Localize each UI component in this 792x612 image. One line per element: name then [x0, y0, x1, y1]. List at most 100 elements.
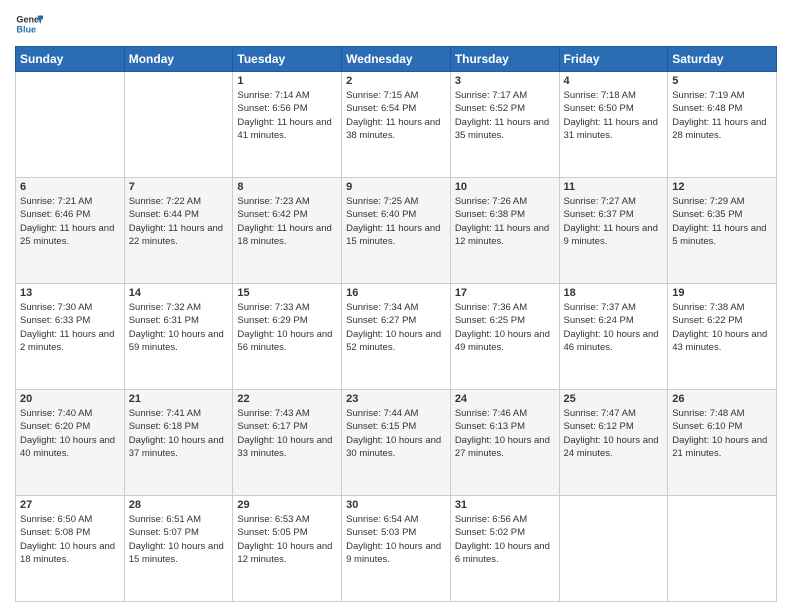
week-row-1: 1 Sunrise: 7:14 AM Sunset: 6:56 PM Daylig…	[16, 72, 777, 178]
week-row-4: 20 Sunrise: 7:40 AM Sunset: 6:20 PM Dayli…	[16, 390, 777, 496]
day-info: Sunrise: 7:47 AM Sunset: 6:12 PM Dayligh…	[564, 407, 664, 460]
day-number: 2	[346, 75, 446, 87]
day-cell: 9 Sunrise: 7:25 AM Sunset: 6:40 PM Daylig…	[342, 178, 451, 284]
day-number: 28	[129, 499, 229, 511]
day-info: Sunrise: 7:29 AM Sunset: 6:35 PM Dayligh…	[672, 195, 772, 248]
day-number: 21	[129, 393, 229, 405]
day-info: Sunrise: 7:27 AM Sunset: 6:37 PM Dayligh…	[564, 195, 664, 248]
day-cell: 27Sunrise: 6:50 AM Sunset: 5:08 PM Dayli…	[16, 496, 125, 602]
day-cell: 28 Sunrise: 6:51 AM Sunset: 5:07 PM Dayli…	[124, 496, 233, 602]
day-number: 10	[455, 181, 555, 193]
day-cell: 7Sunrise: 7:22 AM Sunset: 6:44 PM Daylig…	[124, 178, 233, 284]
day-cell: 24 Sunrise: 7:46 AM Sunset: 6:13 PM Dayli…	[450, 390, 559, 496]
week-row-2: 6Sunrise: 7:21 AM Sunset: 6:46 PM Daylig…	[16, 178, 777, 284]
day-info: Sunrise: 6:53 AM Sunset: 5:05 PM Dayligh…	[237, 513, 337, 566]
day-cell	[559, 496, 668, 602]
day-cell: 5 Sunrise: 7:19 AM Sunset: 6:48 PM Daylig…	[668, 72, 777, 178]
day-info: Sunrise: 7:48 AM Sunset: 6:10 PM Dayligh…	[672, 407, 772, 460]
logo: General Blue	[15, 10, 43, 38]
day-number: 16	[346, 287, 446, 299]
day-number: 20	[20, 393, 120, 405]
day-number: 27	[20, 499, 120, 511]
day-number: 14	[129, 287, 229, 299]
day-number: 9	[346, 181, 446, 193]
day-number: 31	[455, 499, 555, 511]
day-info: Sunrise: 7:46 AM Sunset: 6:13 PM Dayligh…	[455, 407, 555, 460]
svg-text:Blue: Blue	[16, 24, 36, 34]
day-cell: 2Sunrise: 7:15 AM Sunset: 6:54 PM Daylig…	[342, 72, 451, 178]
header: General Blue	[15, 10, 777, 38]
day-info: Sunrise: 7:36 AM Sunset: 6:25 PM Dayligh…	[455, 301, 555, 354]
day-cell: 17 Sunrise: 7:36 AM Sunset: 6:25 PM Dayli…	[450, 284, 559, 390]
day-info: Sunrise: 7:19 AM Sunset: 6:48 PM Dayligh…	[672, 89, 772, 142]
day-cell: 10 Sunrise: 7:26 AM Sunset: 6:38 PM Dayli…	[450, 178, 559, 284]
day-number: 1	[237, 75, 337, 87]
day-cell: 4 Sunrise: 7:18 AM Sunset: 6:50 PM Daylig…	[559, 72, 668, 178]
day-number: 17	[455, 287, 555, 299]
day-cell: 23Sunrise: 7:44 AM Sunset: 6:15 PM Dayli…	[342, 390, 451, 496]
day-number: 13	[20, 287, 120, 299]
day-cell: 30 Sunrise: 6:54 AM Sunset: 5:03 PM Dayli…	[342, 496, 451, 602]
day-info: Sunrise: 6:56 AM Sunset: 5:02 PM Dayligh…	[455, 513, 555, 566]
day-cell: 6Sunrise: 7:21 AM Sunset: 6:46 PM Daylig…	[16, 178, 125, 284]
column-header-tuesday: Tuesday	[233, 47, 342, 72]
day-number: 15	[237, 287, 337, 299]
day-info: Sunrise: 7:37 AM Sunset: 6:24 PM Dayligh…	[564, 301, 664, 354]
day-info: Sunrise: 7:41 AM Sunset: 6:18 PM Dayligh…	[129, 407, 229, 460]
day-cell: 1 Sunrise: 7:14 AM Sunset: 6:56 PM Daylig…	[233, 72, 342, 178]
day-info: Sunrise: 7:40 AM Sunset: 6:20 PM Dayligh…	[20, 407, 120, 460]
day-cell: 19Sunrise: 7:38 AM Sunset: 6:22 PM Dayli…	[668, 284, 777, 390]
day-number: 11	[564, 181, 664, 193]
day-number: 12	[672, 181, 772, 193]
day-number: 26	[672, 393, 772, 405]
day-info: Sunrise: 6:54 AM Sunset: 5:03 PM Dayligh…	[346, 513, 446, 566]
day-cell: 31 Sunrise: 6:56 AM Sunset: 5:02 PM Dayli…	[450, 496, 559, 602]
day-number: 3	[455, 75, 555, 87]
day-info: Sunrise: 7:17 AM Sunset: 6:52 PM Dayligh…	[455, 89, 555, 142]
week-row-3: 13Sunrise: 7:30 AM Sunset: 6:33 PM Dayli…	[16, 284, 777, 390]
day-number: 30	[346, 499, 446, 511]
day-info: Sunrise: 7:43 AM Sunset: 6:17 PM Dayligh…	[237, 407, 337, 460]
column-header-sunday: Sunday	[16, 47, 125, 72]
day-cell: 21 Sunrise: 7:41 AM Sunset: 6:18 PM Dayli…	[124, 390, 233, 496]
day-number: 5	[672, 75, 772, 87]
calendar-header-row: SundayMondayTuesdayWednesdayThursdayFrid…	[16, 47, 777, 72]
day-cell: 22 Sunrise: 7:43 AM Sunset: 6:17 PM Dayli…	[233, 390, 342, 496]
day-cell	[668, 496, 777, 602]
day-number: 7	[129, 181, 229, 193]
day-cell: 3 Sunrise: 7:17 AM Sunset: 6:52 PM Daylig…	[450, 72, 559, 178]
day-info: Sunrise: 7:21 AM Sunset: 6:46 PM Dayligh…	[20, 195, 120, 248]
day-number: 29	[237, 499, 337, 511]
day-cell	[16, 72, 125, 178]
day-cell: 12 Sunrise: 7:29 AM Sunset: 6:35 PM Dayli…	[668, 178, 777, 284]
day-cell: 14 Sunrise: 7:32 AM Sunset: 6:31 PM Dayli…	[124, 284, 233, 390]
day-info: Sunrise: 7:38 AM Sunset: 6:22 PM Dayligh…	[672, 301, 772, 354]
day-info: Sunrise: 7:25 AM Sunset: 6:40 PM Dayligh…	[346, 195, 446, 248]
day-info: Sunrise: 7:26 AM Sunset: 6:38 PM Dayligh…	[455, 195, 555, 248]
day-info: Sunrise: 7:34 AM Sunset: 6:27 PM Dayligh…	[346, 301, 446, 354]
day-number: 4	[564, 75, 664, 87]
day-number: 22	[237, 393, 337, 405]
day-cell: 29 Sunrise: 6:53 AM Sunset: 5:05 PM Dayli…	[233, 496, 342, 602]
column-header-monday: Monday	[124, 47, 233, 72]
day-cell: 13Sunrise: 7:30 AM Sunset: 6:33 PM Dayli…	[16, 284, 125, 390]
day-number: 18	[564, 287, 664, 299]
column-header-thursday: Thursday	[450, 47, 559, 72]
logo-icon: General Blue	[15, 10, 43, 38]
day-info: Sunrise: 6:51 AM Sunset: 5:07 PM Dayligh…	[129, 513, 229, 566]
day-info: Sunrise: 7:33 AM Sunset: 6:29 PM Dayligh…	[237, 301, 337, 354]
day-cell: 18 Sunrise: 7:37 AM Sunset: 6:24 PM Dayli…	[559, 284, 668, 390]
day-cell	[124, 72, 233, 178]
day-cell: 11 Sunrise: 7:27 AM Sunset: 6:37 PM Dayli…	[559, 178, 668, 284]
day-cell: 25 Sunrise: 7:47 AM Sunset: 6:12 PM Dayli…	[559, 390, 668, 496]
day-info: Sunrise: 7:32 AM Sunset: 6:31 PM Dayligh…	[129, 301, 229, 354]
day-cell: 8Sunrise: 7:23 AM Sunset: 6:42 PM Daylig…	[233, 178, 342, 284]
week-row-5: 27Sunrise: 6:50 AM Sunset: 5:08 PM Dayli…	[16, 496, 777, 602]
day-info: Sunrise: 7:14 AM Sunset: 6:56 PM Dayligh…	[237, 89, 337, 142]
day-info: Sunrise: 7:18 AM Sunset: 6:50 PM Dayligh…	[564, 89, 664, 142]
day-cell: 20 Sunrise: 7:40 AM Sunset: 6:20 PM Dayli…	[16, 390, 125, 496]
day-number: 25	[564, 393, 664, 405]
day-number: 24	[455, 393, 555, 405]
column-header-saturday: Saturday	[668, 47, 777, 72]
day-info: Sunrise: 7:23 AM Sunset: 6:42 PM Dayligh…	[237, 195, 337, 248]
